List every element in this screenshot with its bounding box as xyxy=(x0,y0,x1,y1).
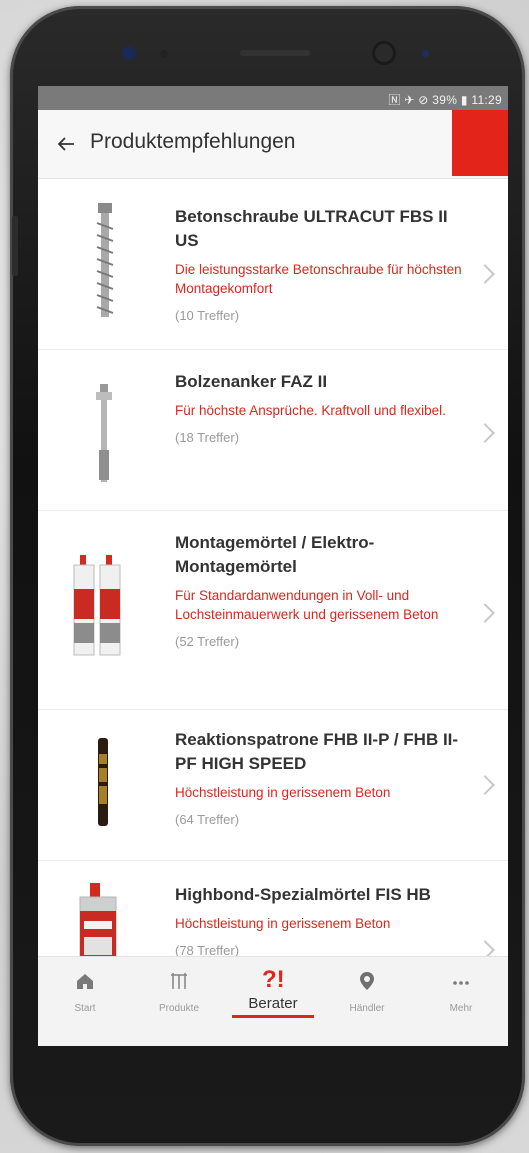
chevron-right-icon xyxy=(475,775,495,795)
nav-item-berater[interactable]: ?! Berater xyxy=(226,957,320,1046)
location-pin-icon xyxy=(357,971,377,991)
product-description: Die leistungsstarke Betonschraube für hö… xyxy=(175,262,462,296)
earpiece-speaker xyxy=(240,50,310,56)
list-item[interactable]: Bolzenanker FAZ II Für höchste Ansprüche… xyxy=(38,350,508,511)
product-name: Bolzenanker FAZ II xyxy=(175,372,328,391)
nav-label: Mehr xyxy=(449,1003,473,1014)
svg-text:?!: ?! xyxy=(262,966,285,991)
product-description: Für höchste Ansprüche. Kraftvoll und fle… xyxy=(175,403,446,418)
app-screen: 🄽 ✈ ⊘ 39% ▮ 11:29 Produktempfehlungen Be… xyxy=(38,86,508,1046)
bottom-navigation: Start Produkte ?! Berater Händler Mehr xyxy=(38,956,508,1046)
product-hits: (10 Treffer) xyxy=(175,308,240,323)
brand-accent-tab xyxy=(452,110,508,176)
product-name: Betonschraube ULTRACUT FBS II US xyxy=(175,207,448,250)
nav-item-mehr[interactable]: Mehr xyxy=(414,957,508,1046)
front-camera xyxy=(375,44,393,62)
list-item[interactable]: Montagemörtel / Elektro-Montagemörtel Fü… xyxy=(38,511,508,710)
product-name: Montagemörtel / Elektro-Montagemörtel xyxy=(175,533,375,576)
front-sensor xyxy=(160,50,168,58)
nav-item-start[interactable]: Start xyxy=(38,957,132,1046)
chevron-right-icon xyxy=(475,264,495,284)
page-title: Produktempfehlungen xyxy=(90,130,296,153)
product-text: Bolzenanker FAZ II Für höchste Ansprüche… xyxy=(175,370,475,445)
reaction-capsule-image xyxy=(68,734,138,829)
product-description: Höchstleistung in gerissenem Beton xyxy=(175,785,391,800)
product-description: Höchstleistung in gerissenem Beton xyxy=(175,916,391,931)
phone-frame: 🄽 ✈ ⊘ 39% ▮ 11:29 Produktempfehlungen Be… xyxy=(10,6,525,1146)
advisor-icon: ?! xyxy=(259,963,287,993)
active-tab-indicator xyxy=(232,1015,314,1018)
list-item[interactable]: Reaktionspatrone FHB II-P / FHB II-PF HI… xyxy=(38,710,508,861)
product-hits: (64 Treffer) xyxy=(175,812,240,827)
product-text: Highbond-Spezialmörtel FIS HB Höchstleis… xyxy=(175,883,475,958)
chevron-right-icon xyxy=(475,423,495,443)
nav-label: Berater xyxy=(248,995,298,1012)
side-button xyxy=(12,216,18,276)
concrete-screw-image xyxy=(68,199,138,319)
back-arrow-icon[interactable] xyxy=(54,132,78,156)
status-text: 🄽 ✈ ⊘ 39% ▮ 11:29 xyxy=(388,93,502,107)
product-hits: (52 Treffer) xyxy=(175,634,240,649)
nav-label: Händler xyxy=(349,1003,385,1014)
product-name: Highbond-Spezialmörtel FIS HB xyxy=(175,885,431,904)
phone-top-bezel xyxy=(10,6,525,86)
chevron-right-icon xyxy=(475,603,495,623)
products-icon xyxy=(169,971,189,991)
bolt-anchor-image xyxy=(68,380,138,485)
nav-label: Produkte xyxy=(158,1003,200,1014)
phone-bottom-bezel xyxy=(38,1046,508,1126)
product-description: Für Standardanwendungen in Voll- und Loc… xyxy=(175,588,439,622)
status-bar: 🄽 ✈ ⊘ 39% ▮ 11:29 xyxy=(38,86,508,110)
product-name: Reaktionspatrone FHB II-P / FHB II-PF HI… xyxy=(175,730,459,773)
nav-item-haendler[interactable]: Händler xyxy=(320,957,414,1046)
product-text: Montagemörtel / Elektro-Montagemörtel Fü… xyxy=(175,531,475,649)
nav-label: Start xyxy=(74,1003,96,1014)
app-bar: Produktempfehlungen xyxy=(38,110,508,179)
front-sensor xyxy=(122,46,136,60)
home-icon xyxy=(75,971,95,991)
nav-item-produkte[interactable]: Produkte xyxy=(132,957,226,1046)
product-text: Reaktionspatrone FHB II-P / FHB II-PF HI… xyxy=(175,728,475,827)
product-text: Betonschraube ULTRACUT FBS II US Die lei… xyxy=(175,205,475,323)
list-item[interactable]: Betonschraube ULTRACUT FBS II US Die lei… xyxy=(38,179,508,350)
more-dots-icon xyxy=(451,971,471,991)
mortar-cartridges-image xyxy=(68,549,138,659)
front-sensor xyxy=(422,50,429,57)
product-list: Betonschraube ULTRACUT FBS II US Die lei… xyxy=(38,179,508,1032)
product-hits: (18 Treffer) xyxy=(175,430,240,445)
